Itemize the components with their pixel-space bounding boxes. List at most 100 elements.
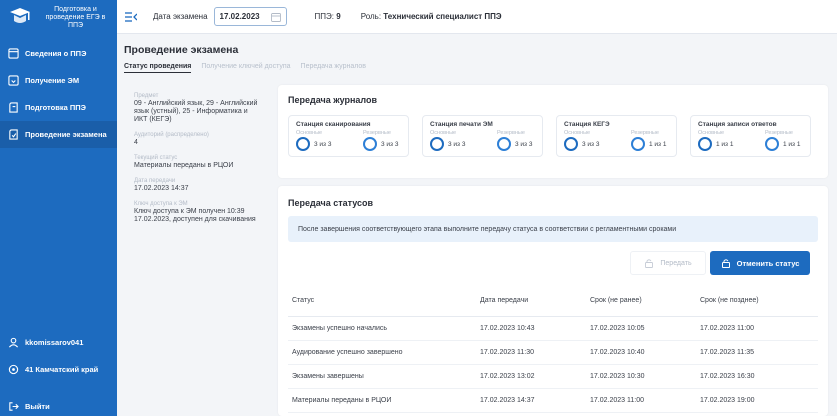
table-row[interactable]: Экзамены успешно начались 17.02.2023 10:… bbox=[288, 316, 818, 341]
station-title: Станция КЕГЭ bbox=[564, 121, 610, 128]
sidebar-item-prepare-ppe[interactable]: Подготовка ППЭ bbox=[0, 94, 117, 121]
user-name: kkomissarov041 bbox=[25, 338, 84, 347]
progress-ring-icon bbox=[698, 137, 712, 151]
sidebar-item-label: Проведение экзамена bbox=[25, 130, 107, 139]
progress-ring-icon bbox=[430, 137, 444, 151]
sidebar-item-label: Подготовка ППЭ bbox=[25, 103, 86, 112]
col-status: Статус bbox=[288, 286, 478, 317]
exam-date-label: Дата экзамена bbox=[153, 12, 208, 21]
progress-ring-icon bbox=[631, 137, 645, 151]
reserve-count: 1 из 1 bbox=[783, 141, 801, 148]
exam-date-picker[interactable]: 17.02.2023 bbox=[213, 7, 287, 26]
cell-date: 17.02.2023 13:02 bbox=[478, 364, 588, 389]
progress-ring-icon bbox=[296, 137, 310, 151]
sidebar-item-conduct-exam[interactable]: Проведение экзамена bbox=[0, 121, 117, 148]
table-header-row: Статус Дата передачи Срок (не ранее) Сро… bbox=[288, 286, 818, 317]
station-printing: Станция печати ЭМ Основные Резервные 3 и… bbox=[422, 115, 543, 157]
progress-ring-icon bbox=[564, 137, 578, 151]
sidebar-item-label: Получение ЭМ bbox=[25, 76, 80, 85]
cell-not-before: 17.02.2023 10:40 bbox=[588, 340, 698, 365]
station-title: Станция записи ответов bbox=[698, 121, 777, 128]
cell-status: Аудирование успешно завершено bbox=[288, 340, 478, 365]
station-title: Станция печати ЭМ bbox=[430, 121, 493, 128]
info-label: Ключ доступа к ЭМ bbox=[134, 201, 188, 207]
progress-ring-icon bbox=[497, 137, 511, 151]
main-count: 1 из 1 bbox=[716, 141, 734, 148]
region-info: 41 Камчатский край bbox=[0, 364, 117, 375]
main-count: 3 из 3 bbox=[582, 141, 600, 148]
table-row[interactable]: Материалы переданы в РЦОИ 17.02.2023 14:… bbox=[288, 388, 818, 413]
download-icon bbox=[8, 75, 19, 86]
calendar-icon bbox=[270, 13, 281, 22]
exam-date-value: 17.02.2023 bbox=[219, 12, 260, 21]
top-bar: Дата экзамена 17.02.2023 ППЭ: 9 Роль: Те… bbox=[117, 0, 837, 34]
main-count: 3 из 3 bbox=[314, 141, 332, 148]
reserve-label: Резервные bbox=[631, 130, 659, 136]
tab-access-keys[interactable]: Получение ключей доступа bbox=[201, 63, 290, 73]
journals-card: Передача журналов Станция сканирования О… bbox=[278, 85, 828, 178]
cell-not-after: 17.02.2023 19:00 bbox=[698, 388, 818, 413]
send-status-button[interactable]: Передать bbox=[630, 251, 706, 275]
sidebar: Подготовка и проведение ЕГЭ в ППЭ Сведен… bbox=[0, 0, 117, 416]
unlock-icon bbox=[721, 259, 730, 268]
cancel-status-label: Отменить статус bbox=[736, 258, 800, 268]
statuses-card: Передача статусов После завершения соотв… bbox=[278, 186, 828, 416]
logout-button[interactable]: Выйти bbox=[0, 401, 117, 412]
cell-date: 17.02.2023 11:30 bbox=[478, 340, 588, 365]
table-row[interactable]: Экзамены завершены 17.02.2023 13:02 17.0… bbox=[288, 364, 818, 389]
reserve-count: 3 из 3 bbox=[515, 141, 533, 148]
exam-info: Предмет 09 - Английский язык, 29 - Англи… bbox=[134, 92, 262, 231]
progress-ring-icon bbox=[765, 137, 779, 151]
region-name: 41 Камчатский край bbox=[25, 365, 99, 374]
page-title: Проведение экзамена bbox=[124, 44, 239, 56]
reserve-label: Резервные bbox=[497, 130, 525, 136]
table-row[interactable]: Аудирование успешно завершено 17.02.2023… bbox=[288, 340, 818, 365]
cell-not-before: 17.02.2023 10:30 bbox=[588, 364, 698, 389]
statuses-title: Передача статусов bbox=[288, 198, 374, 208]
reserve-count: 1 из 1 bbox=[649, 141, 667, 148]
exam-icon bbox=[9, 129, 18, 140]
statuses-table: Статус Дата передачи Срок (не ранее) Сро… bbox=[288, 286, 818, 413]
lock-icon bbox=[645, 259, 654, 268]
user-info[interactable]: kkomissarov041 bbox=[0, 337, 117, 348]
info-value: 17.02.2023 14:37 bbox=[134, 185, 189, 192]
main-label: Основные bbox=[430, 130, 457, 136]
cell-status: Экзамены успешно начались bbox=[288, 316, 478, 341]
sidebar-item-ppe-info[interactable]: Сведения о ППЭ bbox=[0, 40, 117, 67]
main-label: Основные bbox=[296, 130, 323, 136]
ppe-info: ППЭ: 9 bbox=[314, 12, 341, 21]
cell-status: Материалы переданы в РЦОИ bbox=[288, 388, 478, 413]
col-not-before: Срок (не ранее) bbox=[588, 286, 698, 317]
tabs: Статус проведения Получение ключей досту… bbox=[124, 63, 376, 73]
info-value: 09 - Английский язык, 29 - Английский яз… bbox=[134, 100, 258, 123]
send-status-label: Передать bbox=[660, 259, 692, 267]
main-count: 3 из 3 bbox=[448, 141, 466, 148]
sidebar-item-label: Сведения о ППЭ bbox=[25, 49, 87, 58]
reserve-label: Резервные bbox=[765, 130, 793, 136]
collapse-menu-icon[interactable] bbox=[125, 11, 137, 22]
tab-status[interactable]: Статус проведения bbox=[124, 63, 192, 73]
station-scanning: Станция сканирования Основные Резервные … bbox=[288, 115, 409, 157]
sidebar-nav: Сведения о ППЭ Получение ЭМ Подготовка П… bbox=[0, 40, 117, 148]
progress-ring-icon bbox=[363, 137, 377, 151]
logout-icon bbox=[9, 402, 19, 411]
journals-title: Передача журналов bbox=[288, 95, 378, 105]
sidebar-item-get-materials[interactable]: Получение ЭМ bbox=[0, 67, 117, 94]
document-icon bbox=[8, 48, 19, 59]
station-kege: Станция КЕГЭ Основные Резервные 3 из 3 1… bbox=[556, 115, 677, 157]
cell-not-before: 17.02.2023 10:05 bbox=[588, 316, 698, 341]
reserve-label: Резервные bbox=[363, 130, 391, 136]
tab-journals[interactable]: Передача журналов bbox=[301, 63, 366, 73]
cell-not-after: 17.02.2023 16:30 bbox=[698, 364, 818, 389]
logout-label: Выйти bbox=[25, 402, 50, 411]
station-answers: Станция записи ответов Основные Резервны… bbox=[690, 115, 811, 157]
info-label: Предмет bbox=[134, 93, 159, 99]
station-title: Станция сканирования bbox=[296, 121, 371, 128]
prepare-icon bbox=[9, 102, 18, 113]
col-not-after: Срок (не позднее) bbox=[698, 286, 818, 317]
cancel-status-button[interactable]: Отменить статус bbox=[710, 251, 810, 275]
cell-date: 17.02.2023 14:37 bbox=[478, 388, 588, 413]
info-value: 4 bbox=[134, 139, 138, 146]
info-value: Материалы переданы в РЦОИ bbox=[134, 162, 234, 169]
main-label: Основные bbox=[698, 130, 725, 136]
